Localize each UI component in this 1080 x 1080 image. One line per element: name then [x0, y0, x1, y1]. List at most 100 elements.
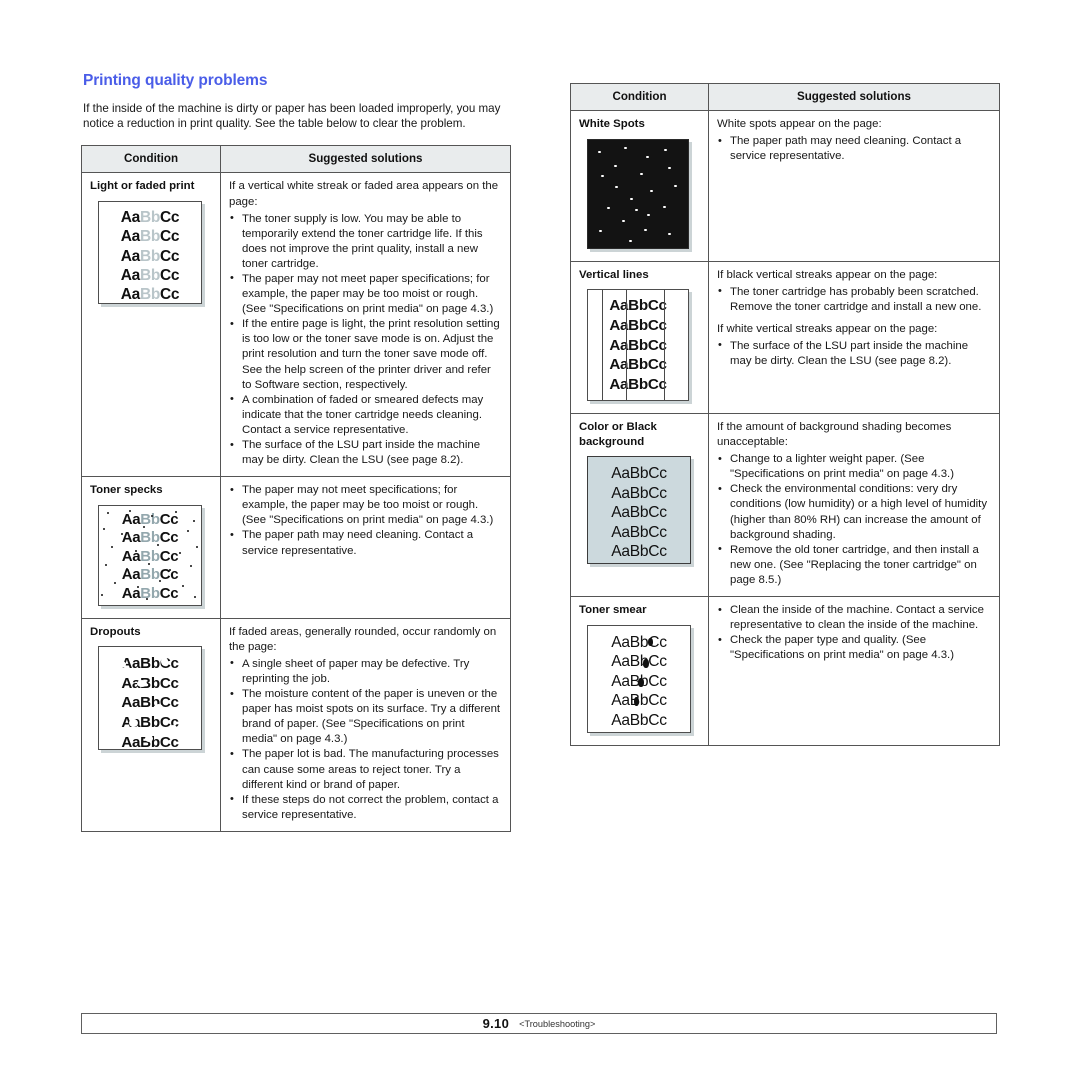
table-row: Toner smear AaBbCc AaBbCc AaBbCc AaBbCc [570, 596, 1000, 746]
header-condition: Condition [570, 83, 709, 111]
solution-cell: The paper may not meet specifications; f… [220, 476, 511, 619]
toner-smear-sample: AaBbCc AaBbCc AaBbCc AaBbCc AaBbCc [587, 624, 691, 733]
list-item: The paper path may need cleaning. Contac… [717, 134, 991, 164]
header-condition: Condition [81, 145, 221, 174]
list-item: The toner supply is low. You may be able… [229, 211, 502, 272]
sample-line: AaBbCc [611, 653, 667, 671]
sample-line: AaBbCc [121, 713, 179, 731]
toner-specks-sample: AaBbCc AaBbCc AaBbCc AaBbCc AaBbCc [98, 504, 202, 606]
condition-cell: Dropouts AaBbCc AaBbCc AaBbCc AaBbCc [81, 617, 221, 832]
list-item: The moisture content of the paper is une… [229, 687, 502, 747]
page-title: Printing quality problems [83, 72, 268, 89]
list-item: A single sheet of paper may be defective… [229, 656, 502, 687]
condition-label: Vertical lines [579, 268, 649, 281]
solution-bullets: The paper may not meet specifications; f… [229, 483, 502, 558]
solution-cell: If black vertical streaks appear on the … [708, 260, 1000, 414]
list-item: The paper may not meet paper specificati… [229, 271, 502, 317]
sample-line: AaBbCc [611, 484, 667, 502]
list-item: Change to a lighter weight paper. (See "… [717, 452, 991, 482]
table-row: Toner specks AaBbCc AaBbCc AaBbCc AaBbCc… [81, 476, 511, 619]
black-background-sample: AaBbCc AaBbCc AaBbCc AaBbCc AaBbCc [587, 456, 691, 564]
list-item: A combination of faded or smeared defect… [229, 392, 502, 438]
solution-lead: If faded areas, generally rounded, occur… [229, 625, 497, 653]
sample-line: AaBbCc [611, 543, 667, 561]
condition-cell: White Spots [570, 110, 709, 262]
sample-line: AaBbCc [609, 376, 667, 394]
solution-bullets: Change to a lighter weight paper. (See "… [717, 452, 991, 588]
list-item: If these steps do not correct the proble… [229, 792, 502, 823]
list-item: The paper may not meet specifications; f… [229, 483, 502, 528]
list-item: The paper path may need cleaning. Contac… [229, 528, 502, 558]
printing-quality-table-left: Condition Suggested solutions Light or f… [81, 145, 511, 832]
list-item: Check the environmental conditions: very… [717, 482, 991, 542]
condition-label: Dropouts [90, 625, 141, 638]
list-item: If the entire page is light, the print r… [229, 317, 502, 392]
sample-line: AaBbCc [611, 504, 667, 522]
solution-bullets: The toner cartridge has probably been sc… [717, 284, 991, 315]
chapter-label: <Troubleshooting> [519, 1018, 596, 1029]
sample-text: AaBbCc AaBbCc AaBbCc AaBbCc AaBbCc [121, 510, 179, 603]
solution-bullets: Clean the inside of the machine. Contact… [717, 603, 991, 663]
sample-line: AaBbCc [609, 297, 667, 314]
table-row: Dropouts AaBbCc AaBbCc AaBbCc AaBbCc If … [81, 617, 511, 832]
intro-paragraph: If the inside of the machine is dirty or… [83, 102, 501, 131]
sample-line: AaBbCc [609, 316, 667, 334]
sample-line: AaBbCc [611, 523, 667, 541]
condition-label: Color or Black background [579, 421, 657, 448]
sample-text: AaBbCc AaBbCc AaBbCc AaBbCc AaBbCc [588, 296, 688, 395]
solution-bullets: A single sheet of paper may be defective… [229, 656, 502, 823]
solution-lead-secondary: If white vertical streaks appear on the … [717, 322, 938, 335]
sample-line: AaBbCc [611, 633, 667, 651]
condition-label: Light or faded print [90, 180, 195, 193]
sample-line: AaBbCc [121, 655, 179, 673]
right-column: Condition Suggested solutions White Spot… [570, 83, 1000, 746]
table-row: Light or faded print AaBbCc AaBbCc AaBbC… [81, 172, 511, 478]
white-spots-sample [587, 138, 689, 249]
solution-cell: Clean the inside of the machine. Contact… [708, 596, 1000, 746]
sample-line: AaBbCc [611, 692, 667, 710]
solution-lead: If black vertical streaks appear on the … [717, 268, 938, 281]
sample-line: AaBbCc [611, 711, 667, 729]
table-header-row: Condition Suggested solutions [81, 145, 511, 174]
condition-label: White Spots [579, 118, 645, 130]
solution-cell: White spots appear on the page: The pape… [708, 110, 1000, 262]
document-page: Printing quality problems If the inside … [0, 0, 1080, 1080]
solution-lead: White spots appear on the page: [717, 118, 882, 130]
list-item: Check the paper type and quality. (See "… [717, 633, 991, 663]
printing-quality-table-right: Condition Suggested solutions White Spot… [570, 83, 1000, 746]
solution-cell: If the amount of background shading beco… [708, 412, 1000, 598]
faded-print-sample: AaBbCc AaBbCc AaBbCc AaBbCc AaBbCc [98, 200, 202, 304]
page-footer: 9.10 <Troubleshooting> [81, 1013, 997, 1034]
condition-cell: Toner specks AaBbCc AaBbCc AaBbCc AaBbCc… [81, 476, 221, 619]
sample-line: AaBbCc [121, 674, 179, 692]
sample-text: AaBbCc AaBbCc AaBbCc AaBbCc AaBbCc [120, 208, 180, 304]
sample-line: AaBbCc [609, 336, 667, 354]
sample-text: AaBbCc AaBbCc AaBbCc AaBbCc AaBbCc [588, 464, 690, 562]
list-item: Remove the old toner cartridge, and then… [717, 542, 991, 588]
page-number: 9.10 [482, 1016, 510, 1031]
condition-cell: Color or Black background AaBbCc AaBbCc … [570, 412, 709, 598]
list-item: Clean the inside of the machine. Contact… [717, 603, 991, 633]
table-row: Vertical lines AaBbCc AaBbCc AaBbCc AaBb… [570, 260, 1000, 414]
left-column: Printing quality problems If the inside … [81, 72, 511, 832]
table-row: Color or Black background AaBbCc AaBbCc … [570, 412, 1000, 598]
solution-lead: If the amount of background shading beco… [717, 421, 952, 449]
dropouts-sample: AaBbCc AaBbCc AaBbCc AaBbCc AaBbCc [98, 646, 202, 751]
condition-cell: Vertical lines AaBbCc AaBbCc AaBbCc AaBb… [570, 260, 709, 414]
list-item: The paper lot is bad. The manufacturing … [229, 747, 502, 792]
solution-cell: If faded areas, generally rounded, occur… [220, 617, 511, 832]
solution-bullets-secondary: The surface of the LSU part inside the m… [717, 338, 991, 369]
sample-line: AaBbCc [609, 356, 667, 374]
solution-bullets: The toner supply is low. You may be able… [229, 211, 502, 469]
condition-label: Toner smear [579, 604, 647, 617]
header-solutions: Suggested solutions [708, 83, 1000, 111]
table-header-row: Condition Suggested solutions [570, 83, 1000, 111]
solution-lead: If a vertical white streak or faded area… [229, 180, 499, 208]
list-item: The surface of the LSU part inside the m… [229, 437, 502, 468]
condition-cell: Light or faded print AaBbCc AaBbCc AaBbC… [81, 172, 221, 478]
table-row: White Spots White spots appear on the pa… [570, 110, 1000, 262]
solution-bullets: The paper path may need cleaning. Contac… [717, 134, 991, 164]
list-item: The toner cartridge has probably been sc… [717, 284, 991, 315]
sample-line: AaBbCc [611, 465, 667, 482]
header-solutions: Suggested solutions [220, 145, 511, 174]
